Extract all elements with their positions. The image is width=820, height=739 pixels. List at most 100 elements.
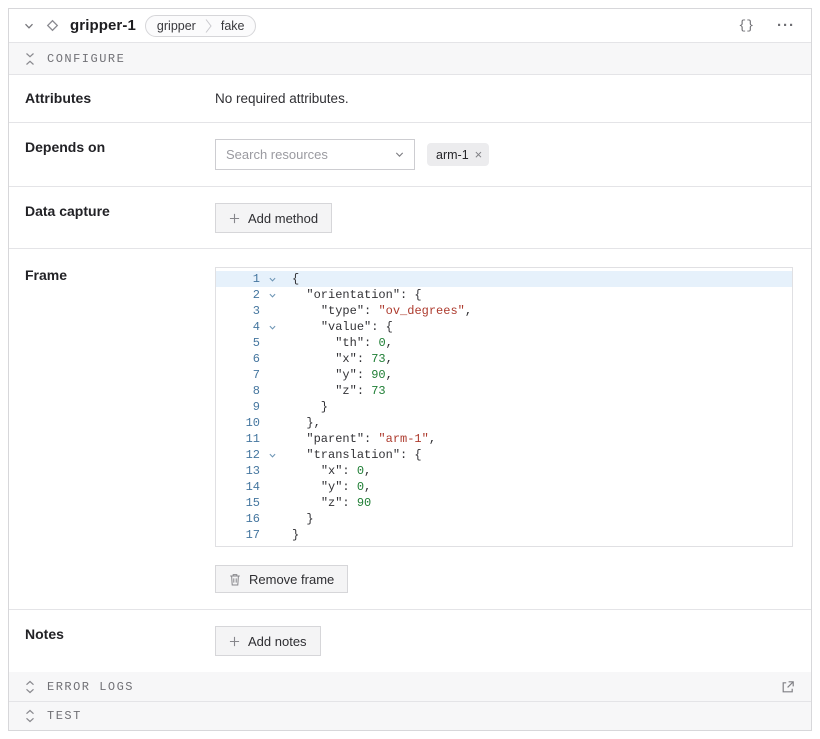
line-number: 10 — [216, 415, 260, 431]
add-method-label: Add method — [248, 211, 318, 226]
code-text: "value": { — [284, 319, 393, 335]
editor-line[interactable]: 1{ — [216, 271, 792, 287]
line-number: 15 — [216, 495, 260, 511]
collapse-section-icon — [25, 52, 35, 66]
add-notes-button[interactable]: Add notes — [215, 626, 321, 656]
editor-line[interactable]: 17} — [216, 527, 792, 543]
add-notes-label: Add notes — [248, 634, 307, 649]
test-section-title: TEST — [47, 709, 82, 723]
fold-chevron-icon[interactable] — [260, 447, 284, 463]
editor-line[interactable]: 16 } — [216, 511, 792, 527]
editor-line[interactable]: 2 "orientation": { — [216, 287, 792, 303]
editor-line[interactable]: 10 }, — [216, 415, 792, 431]
remove-frame-label: Remove frame — [249, 572, 334, 587]
editor-line[interactable]: 14 "y": 0, — [216, 479, 792, 495]
gripper-component-icon — [44, 17, 61, 34]
editor-line[interactable]: 11 "parent": "arm-1", — [216, 431, 792, 447]
select-chevron-down-icon[interactable] — [394, 149, 405, 160]
search-resources-input[interactable] — [216, 140, 394, 169]
code-text: "type": "ov_degrees", — [284, 303, 472, 319]
component-card: gripper-1 gripper fake {} ··· CONFIGURE … — [8, 8, 812, 731]
dependency-chip-label: arm-1 — [436, 148, 469, 162]
error-logs-section-bar[interactable]: ERROR LOGS — [9, 672, 811, 702]
component-type-label: gripper — [157, 19, 196, 33]
editor-line[interactable]: 3 "type": "ov_degrees", — [216, 303, 792, 319]
fold-gutter — [260, 415, 284, 431]
fold-gutter — [260, 383, 284, 399]
error-logs-section-title: ERROR LOGS — [47, 680, 134, 694]
depends-on-select[interactable] — [215, 139, 415, 170]
frame-row: Frame 1{2 "orientation": {3 "type": "ov_… — [9, 249, 811, 610]
code-text: "z": 90 — [284, 495, 371, 511]
notes-label: Notes — [25, 610, 215, 672]
trash-icon — [229, 573, 241, 586]
test-section-bar[interactable]: TEST — [9, 702, 811, 730]
line-number: 6 — [216, 351, 260, 367]
line-number: 5 — [216, 335, 260, 351]
editor-lines: 1{2 "orientation": {3 "type": "ov_degree… — [216, 268, 792, 546]
editor-line[interactable]: 6 "x": 73, — [216, 351, 792, 367]
fold-gutter — [260, 335, 284, 351]
code-text: "translation": { — [284, 447, 422, 463]
fold-gutter — [260, 431, 284, 447]
editor-line[interactable]: 13 "x": 0, — [216, 463, 792, 479]
add-method-button[interactable]: Add method — [215, 203, 332, 233]
depends-on-row: Depends on arm-1 × — [9, 123, 811, 187]
editor-line[interactable]: 4 "value": { — [216, 319, 792, 335]
code-text: "parent": "arm-1", — [284, 431, 436, 447]
configure-section-bar[interactable]: CONFIGURE — [9, 43, 811, 75]
fold-chevron-icon[interactable] — [260, 287, 284, 303]
json-mode-toggle-icon[interactable]: {} — [738, 18, 754, 33]
editor-line[interactable]: 5 "th": 0, — [216, 335, 792, 351]
fold-gutter — [260, 367, 284, 383]
line-number: 16 — [216, 511, 260, 527]
more-options-icon[interactable]: ··· — [777, 21, 795, 31]
line-number: 8 — [216, 383, 260, 399]
line-number: 12 — [216, 447, 260, 463]
expand-section-icon — [25, 680, 35, 694]
line-number: 13 — [216, 463, 260, 479]
frame-json-editor[interactable]: 1{2 "orientation": {3 "type": "ov_degree… — [215, 267, 793, 547]
code-text: "x": 73, — [284, 351, 393, 367]
data-capture-row: Data capture Add method — [9, 187, 811, 249]
component-title: gripper-1 — [70, 17, 136, 34]
line-number: 17 — [216, 527, 260, 543]
component-model-label: fake — [221, 19, 245, 33]
plus-icon — [229, 636, 240, 647]
component-type-badge: gripper fake — [145, 15, 257, 37]
fold-gutter — [260, 495, 284, 511]
line-number: 11 — [216, 431, 260, 447]
attributes-value: No required attributes. — [215, 75, 811, 122]
code-text: }, — [284, 415, 321, 431]
attributes-row: Attributes No required attributes. — [9, 75, 811, 123]
remove-dependency-icon[interactable]: × — [475, 148, 483, 161]
configure-section-title: CONFIGURE — [47, 52, 125, 66]
editor-line[interactable]: 9 } — [216, 399, 792, 415]
collapse-card-chevron-icon[interactable] — [23, 20, 35, 32]
line-number: 3 — [216, 303, 260, 319]
fold-chevron-icon[interactable] — [260, 319, 284, 335]
line-number: 9 — [216, 399, 260, 415]
editor-line[interactable]: 15 "z": 90 — [216, 495, 792, 511]
editor-line[interactable]: 12 "translation": { — [216, 447, 792, 463]
editor-line[interactable]: 7 "y": 90, — [216, 367, 792, 383]
fold-chevron-icon[interactable] — [260, 271, 284, 287]
fold-gutter — [260, 463, 284, 479]
code-text: "z": 73 — [284, 383, 386, 399]
open-logs-external-icon[interactable] — [781, 680, 795, 694]
code-text: } — [284, 527, 299, 543]
code-text: "y": 90, — [284, 367, 393, 383]
code-text: { — [284, 271, 299, 287]
frame-label: Frame — [25, 249, 215, 609]
fold-gutter — [260, 351, 284, 367]
remove-frame-button[interactable]: Remove frame — [215, 565, 348, 593]
depends-on-label: Depends on — [25, 123, 215, 186]
plus-icon — [229, 213, 240, 224]
editor-line[interactable]: 8 "z": 73 — [216, 383, 792, 399]
fold-gutter — [260, 479, 284, 495]
fold-gutter — [260, 527, 284, 543]
data-capture-label: Data capture — [25, 187, 215, 248]
badge-separator-icon — [205, 17, 212, 35]
line-number: 14 — [216, 479, 260, 495]
notes-row: Notes Add notes — [9, 610, 811, 672]
